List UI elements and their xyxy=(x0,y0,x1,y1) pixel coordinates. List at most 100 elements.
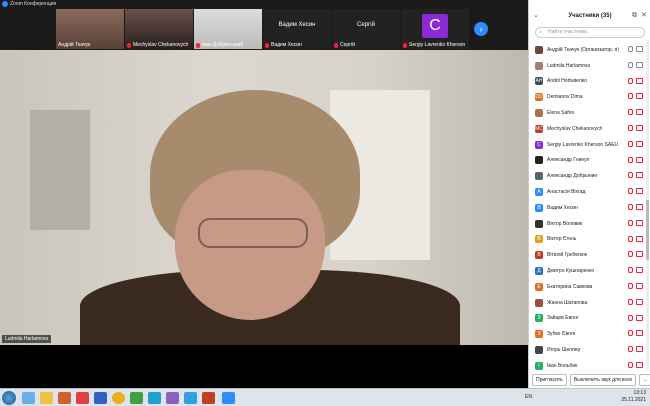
close-icon[interactable]: ✕ xyxy=(641,8,647,24)
participant-row[interactable]: Elena Safno xyxy=(529,105,647,121)
search-input[interactable]: ⌕ Найти участника xyxy=(535,27,645,38)
skype-icon[interactable] xyxy=(184,392,197,404)
mic-muted-icon[interactable] xyxy=(628,219,633,226)
mic-muted-icon[interactable] xyxy=(628,314,633,321)
participant-row[interactable]: Александр Гниеул xyxy=(529,153,647,169)
participant-row[interactable]: Игорь Шелпер xyxy=(529,342,647,358)
video-off-icon[interactable] xyxy=(636,235,643,242)
participant-row[interactable]: MC Mechyslav Chekanovych xyxy=(529,121,647,137)
mic-muted-icon[interactable] xyxy=(628,330,633,337)
thumb-3[interactable]: Вадим Хесин Вадим Хесин xyxy=(263,9,331,49)
invite-button[interactable]: Пригласить xyxy=(532,374,567,386)
video-off-icon[interactable] xyxy=(636,140,643,147)
avatar: Д xyxy=(535,267,543,276)
ie-icon[interactable] xyxy=(22,392,35,404)
video-off-icon[interactable] xyxy=(636,330,643,337)
avatar: В xyxy=(535,251,543,260)
pop-out-icon[interactable]: ⧉ xyxy=(632,8,637,24)
participant-row[interactable]: З Зайцев Евген xyxy=(529,311,647,327)
video-off-icon[interactable] xyxy=(636,156,643,163)
mic-icon[interactable] xyxy=(628,46,633,52)
pdf-icon[interactable] xyxy=(202,392,215,404)
zoom-icon[interactable] xyxy=(222,392,235,404)
video-off-icon[interactable] xyxy=(636,314,643,321)
participant-row[interactable]: З Зубко Євген xyxy=(529,326,647,342)
app-icon[interactable] xyxy=(76,392,89,404)
video-off-icon[interactable] xyxy=(636,361,643,368)
participant-row[interactable]: Ludmila Harlamova xyxy=(529,58,647,74)
telegram-icon[interactable] xyxy=(148,392,161,404)
scrollbar[interactable] xyxy=(646,40,649,370)
mic-muted-icon[interactable] xyxy=(628,109,633,116)
participant-row[interactable]: Е Екатерина Савкова xyxy=(529,279,647,295)
mic-muted-icon[interactable] xyxy=(628,267,633,274)
chevron-right-icon[interactable]: › xyxy=(474,22,488,36)
word-icon[interactable] xyxy=(94,392,107,404)
participant-row[interactable]: Віктор Воловик xyxy=(529,216,647,232)
mic-muted-icon[interactable] xyxy=(628,203,633,210)
video-off-icon[interactable] xyxy=(636,203,643,210)
participant-row[interactable]: Д Дмитро Кушнаренко xyxy=(529,263,647,279)
mic-muted-icon[interactable] xyxy=(628,346,633,353)
media-icon[interactable] xyxy=(58,392,71,404)
mic-muted-icon[interactable] xyxy=(628,361,633,368)
video-off-icon[interactable] xyxy=(636,109,643,116)
mic-muted-icon[interactable] xyxy=(628,235,633,242)
participant-row[interactable]: Александр Добрынин xyxy=(529,168,647,184)
thumb-0[interactable]: Андрій Ткачук xyxy=(56,9,124,49)
thumb-5[interactable]: C Sergiy Lavrenko Kherson xyxy=(401,9,469,49)
video-off-icon[interactable] xyxy=(636,93,643,100)
video-off-icon[interactable] xyxy=(636,282,643,289)
mic-muted-icon[interactable] xyxy=(628,188,633,195)
excel-icon[interactable] xyxy=(130,392,143,404)
participant-row[interactable]: AH Andrii Horbatenko xyxy=(529,74,647,90)
participant-row[interactable]: В Віктор Єгонь xyxy=(529,232,647,248)
more-button[interactable]: ... xyxy=(639,374,650,386)
title-bar: Zoom Конференция xyxy=(0,0,528,8)
participant-row[interactable]: А Анастасія Віхгад xyxy=(529,184,647,200)
language-indicator[interactable]: EN xyxy=(525,394,532,400)
mic-muted-icon xyxy=(334,42,338,48)
mic-muted-icon[interactable] xyxy=(628,93,633,100)
participant-name: Іван Вольбик xyxy=(547,362,578,369)
video-off-icon[interactable] xyxy=(636,219,643,226)
mic-muted-icon[interactable] xyxy=(628,298,633,305)
start-button[interactable] xyxy=(2,391,16,405)
mic-muted-icon[interactable] xyxy=(628,156,633,163)
participant-row[interactable]: C Sergiy Lavrenko Kherson SAEU xyxy=(529,137,647,153)
video-off-icon[interactable] xyxy=(636,77,643,84)
mic-muted-icon[interactable] xyxy=(628,282,633,289)
clock[interactable]: 13:13 25.11.2021 xyxy=(621,390,646,404)
participant-row[interactable]: Андрій Ткачук (Организатор, я) xyxy=(529,42,647,58)
participant-row[interactable]: В Вадим Хесин xyxy=(529,200,647,216)
thumb-4[interactable]: Сергій Сергій xyxy=(332,9,400,49)
video-off-icon[interactable] xyxy=(636,346,643,353)
participant-row[interactable]: DD Demianov Dima xyxy=(529,89,647,105)
mic-muted-icon[interactable] xyxy=(628,77,633,84)
avatar: Е xyxy=(535,282,543,291)
chevron-down-icon[interactable]: ⌄ xyxy=(533,8,539,24)
video-icon[interactable] xyxy=(636,61,643,68)
mic-muted-icon[interactable] xyxy=(628,140,633,147)
viber-icon[interactable] xyxy=(166,392,179,404)
participant-row[interactable]: Жанна Шатапова xyxy=(529,295,647,311)
mic-icon[interactable] xyxy=(628,61,633,68)
thumb-1[interactable]: Mechyslav Chekanovych xyxy=(125,9,193,49)
mic-muted-icon[interactable] xyxy=(628,172,633,179)
thumb-2[interactable]: Іван Добрянський xyxy=(194,9,262,49)
video-off-icon[interactable] xyxy=(636,251,643,258)
mic-muted-icon[interactable] xyxy=(628,251,633,258)
participant-name: Віталій Гребенюк xyxy=(547,252,587,259)
folder-icon[interactable] xyxy=(40,392,53,404)
mic-muted-icon[interactable] xyxy=(628,124,633,131)
video-off-icon[interactable] xyxy=(636,124,643,131)
video-icon[interactable] xyxy=(636,46,643,52)
video-off-icon[interactable] xyxy=(636,172,643,179)
mute-all-button[interactable]: Выключить звук для всех xyxy=(569,374,637,386)
participant-name: Віктор Воловик xyxy=(547,220,583,227)
video-off-icon[interactable] xyxy=(636,188,643,195)
participant-row[interactable]: В Віталій Гребенюк xyxy=(529,247,647,263)
video-off-icon[interactable] xyxy=(636,267,643,274)
chrome-icon[interactable] xyxy=(112,392,125,404)
video-off-icon[interactable] xyxy=(636,298,643,305)
